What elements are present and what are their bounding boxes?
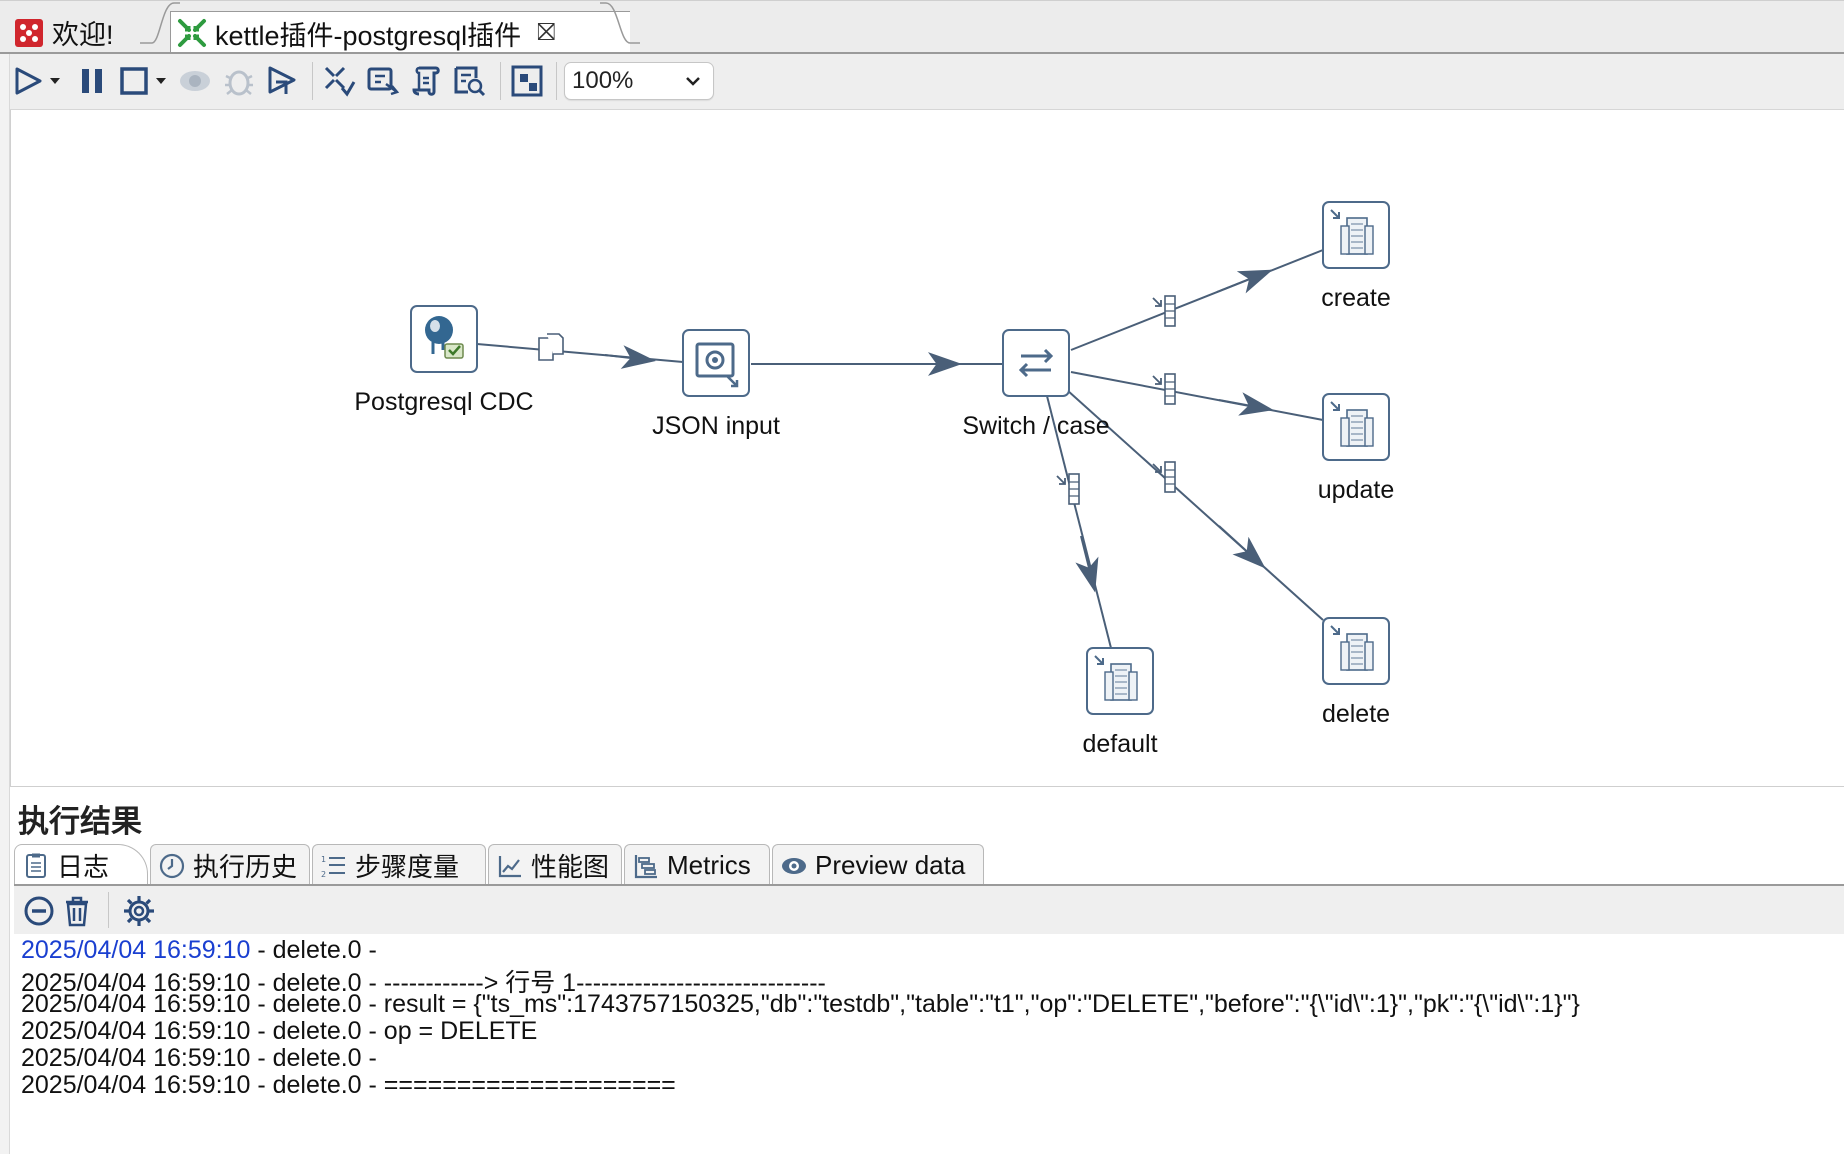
tab-execution-history[interactable]: 执行历史 <box>150 844 310 886</box>
pause-icon[interactable] <box>76 64 110 98</box>
step-metrics-icon: 1 2 <box>321 855 345 879</box>
performance-icon <box>498 855 521 877</box>
log-toolbar <box>14 886 1844 934</box>
close-tab-icon[interactable]: ⛝ <box>537 19 555 47</box>
transformation-toolbar <box>0 54 1844 110</box>
hop-switch-case-to-create[interactable] <box>1070 249 1324 351</box>
tab-performance-graph-label: 性能图 <box>531 852 610 882</box>
log-line: 2025/04/04 16:59:10 - delete.0 - result … <box>21 990 1580 1019</box>
log-message: - delete.0 - result = {"ts_ms":174375715… <box>250 990 1580 1018</box>
results-tab-bar: 日志 执行历史 1 2 步骤度量 性能图 Metrics Preview dat… <box>14 844 1844 886</box>
step-delete[interactable] <box>1322 617 1390 685</box>
step-label-update: update <box>1317 476 1395 504</box>
editor-tab-bar: 欢迎! kettle插件-postgresql插件 ⛝ <box>0 0 1844 54</box>
tab-welcome-label: 欢迎! <box>52 20 114 50</box>
hop-layer <box>410 201 1390 715</box>
log-settings-icon[interactable] <box>122 894 156 928</box>
toolbar-separator <box>500 62 501 100</box>
show-results-icon[interactable] <box>510 64 544 98</box>
step-label-json-input: JSON input <box>652 412 780 440</box>
tab-preview-data-label: Preview data <box>815 850 966 880</box>
tab-step-metrics-label: 步骤度量 <box>355 852 460 882</box>
log-icon <box>26 853 46 878</box>
step-label-postgresql-cdc: Postgresql CDC <box>354 388 534 416</box>
log-timestamp: 2025/04/04 16:59:10 <box>21 936 251 964</box>
preview-data-icon <box>782 857 806 874</box>
copy-rows-icon <box>538 333 564 361</box>
clear-log-icon[interactable] <box>22 894 56 928</box>
verify-icon[interactable] <box>322 64 356 98</box>
tab-log[interactable]: 日志 <box>14 844 148 886</box>
results-panel-title: 执行结果 <box>18 804 142 839</box>
step-create[interactable] <box>1322 201 1390 269</box>
transformation-icon <box>178 19 206 47</box>
tab-separator <box>600 2 640 44</box>
preview-icon[interactable] <box>178 64 212 98</box>
target-hop-icon <box>1152 295 1176 327</box>
toolbar-separator <box>556 62 557 100</box>
sql-icon[interactable] <box>410 64 444 98</box>
svg-text:2: 2 <box>321 870 326 879</box>
hop-postgresql-cdc-to-json-input[interactable] <box>476 343 684 369</box>
log-line: 2025/04/04 16:59:10 - delete.0 - <box>21 936 384 965</box>
tab-transformation[interactable]: kettle插件-postgresql插件 ⛝ <box>170 11 630 54</box>
log-message: - delete.0 - ==================== <box>250 1071 676 1099</box>
step-json-input[interactable] <box>682 329 750 397</box>
tab-transformation-label: kettle插件-postgresql插件 <box>215 20 522 51</box>
svg-text:1: 1 <box>321 855 326 864</box>
zoom-select[interactable]: 100% <box>564 62 714 100</box>
log-line: 2025/04/04 16:59:10 - delete.0 - op = DE… <box>21 1017 537 1046</box>
tab-step-metrics[interactable]: 1 2 步骤度量 <box>312 844 486 886</box>
tab-metrics[interactable]: Metrics <box>624 844 770 886</box>
log-message: - delete.0 - op = DELETE <box>250 1017 538 1045</box>
step-default[interactable] <box>1086 647 1154 715</box>
step-update[interactable] <box>1322 393 1390 461</box>
step-switch-case[interactable] <box>1002 329 1070 397</box>
debug-icon[interactable] <box>222 64 256 98</box>
replay-icon[interactable] <box>266 64 300 98</box>
tab-metrics-label: Metrics <box>667 850 751 880</box>
step-label-create: create <box>1321 284 1391 312</box>
run-dropdown-icon[interactable] <box>48 64 62 98</box>
impact-icon[interactable] <box>366 64 400 98</box>
toolbar-separator <box>312 62 313 100</box>
log-timestamp: 2025/04/04 16:59:10 <box>21 1044 251 1072</box>
step-label-delete: delete <box>1321 700 1391 728</box>
toolbar-separator <box>108 892 109 928</box>
left-panel-edge <box>0 54 10 1154</box>
step-postgresql-cdc[interactable] <box>410 305 478 373</box>
log-line: 2025/04/04 16:59:10 - delete.0 - =======… <box>21 1071 676 1100</box>
canvas-divider[interactable] <box>10 786 1844 787</box>
stop-icon[interactable] <box>118 64 152 98</box>
log-timestamp: 2025/04/04 16:59:10 <box>21 990 251 1018</box>
tab-log-label: 日志 <box>57 852 110 882</box>
log-message: - delete.0 - <box>250 1044 384 1072</box>
transformation-canvas[interactable]: Postgresql CDC JSON input Switch / case … <box>10 110 1844 786</box>
run-icon[interactable] <box>12 64 46 98</box>
log-message: - delete.0 - <box>250 936 384 964</box>
explore-db-icon[interactable] <box>452 64 486 98</box>
delete-log-icon[interactable] <box>60 894 94 928</box>
stop-dropdown-icon[interactable] <box>154 64 168 98</box>
metrics-icon <box>634 854 657 878</box>
log-timestamp: 2025/04/04 16:59:10 <box>21 1017 251 1045</box>
step-label-switch-case: Switch / case <box>962 412 1110 440</box>
welcome-icon <box>15 18 43 47</box>
zoom-value: 100% <box>572 67 634 94</box>
chevron-down-icon <box>686 77 700 86</box>
step-label-default: default <box>1082 730 1158 758</box>
tab-preview-data[interactable]: Preview data <box>772 844 984 886</box>
log-output[interactable]: 2025/04/04 16:59:10 - delete.0 - 2025/04… <box>14 934 1844 1154</box>
log-line: 2025/04/04 16:59:10 - delete.0 - <box>21 1044 384 1073</box>
kettle-spoon-window: 欢迎! kettle插件-postgresql插件 ⛝ 100% Postgre… <box>0 0 1844 1154</box>
history-icon <box>159 853 185 878</box>
log-timestamp: 2025/04/04 16:59:10 <box>21 1071 251 1099</box>
tab-execution-history-label: 执行历史 <box>193 852 298 882</box>
tab-performance-graph[interactable]: 性能图 <box>488 844 622 886</box>
